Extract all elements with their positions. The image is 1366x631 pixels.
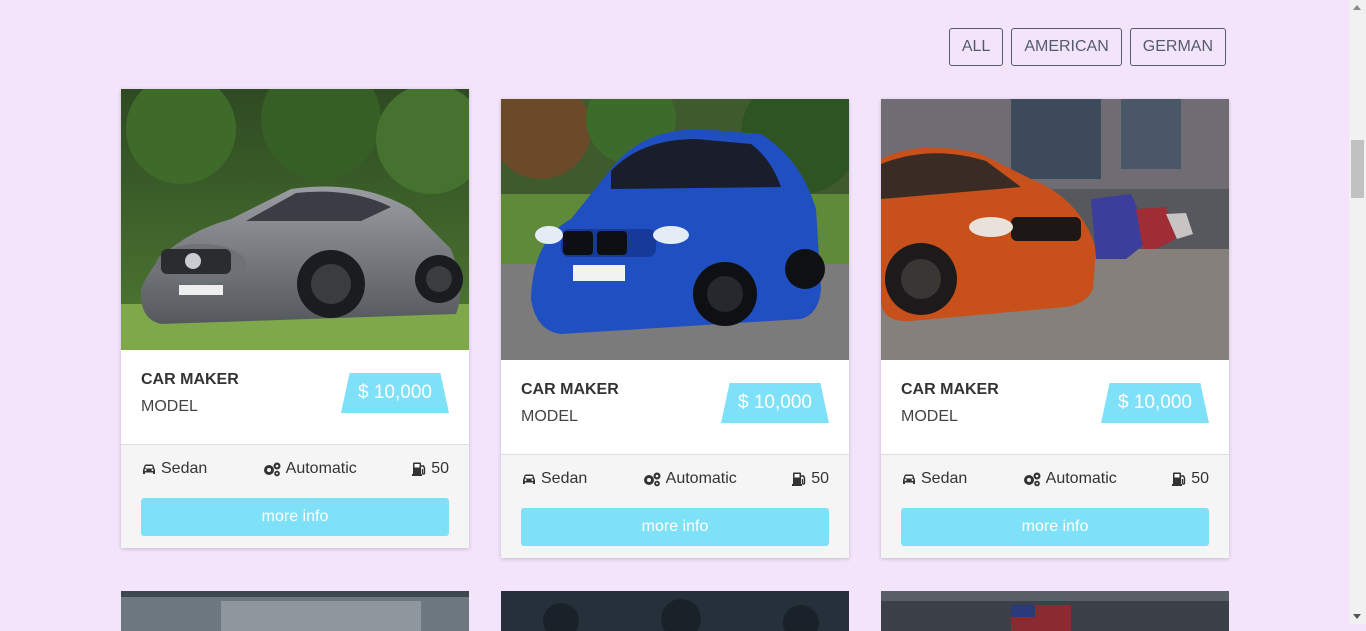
spec-row: Sedan Automatic 50 xyxy=(141,459,449,479)
card-footer: Sedan Automatic 50 more info xyxy=(881,454,1229,558)
spec-body-label: Sedan xyxy=(541,470,588,487)
scroll-thumb[interactable] xyxy=(1351,140,1364,198)
car-card-next-row xyxy=(501,591,849,631)
gears-icon xyxy=(263,462,281,477)
car-card: CAR MAKER MODEL $ 10,000 Sedan Automatic… xyxy=(501,99,849,558)
price-tag: $ 10,000 xyxy=(1101,383,1209,423)
spec-transmission-label: Automatic xyxy=(665,470,737,487)
spec-transmission: Automatic xyxy=(262,460,357,478)
gears-icon xyxy=(1023,472,1041,487)
spec-body: Sedan xyxy=(521,470,587,488)
filter-all-button[interactable]: ALL xyxy=(948,28,1004,66)
spec-row: Sedan Automatic 50 xyxy=(901,469,1209,489)
car-image xyxy=(501,99,849,360)
car-icon xyxy=(143,464,155,474)
spec-fuel: 50 xyxy=(791,470,829,488)
filter-group: ALL AMERICAN GERMAN xyxy=(948,28,1226,66)
spec-fuel-label: 50 xyxy=(811,470,829,487)
car-card: CAR MAKER MODEL $ 10,000 Sedan Automatic… xyxy=(881,99,1229,558)
gas-pump-icon xyxy=(1172,472,1186,486)
price-tag: $ 10,000 xyxy=(341,373,449,413)
spec-transmission: Automatic xyxy=(1022,470,1117,488)
spec-fuel-label: 50 xyxy=(1191,470,1209,487)
filter-german-button[interactable]: GERMAN xyxy=(1129,28,1226,66)
spec-body: Sedan xyxy=(901,470,967,488)
more-info-button[interactable]: more info xyxy=(521,508,829,546)
spec-fuel-label: 50 xyxy=(431,460,449,477)
card-info: CAR MAKER MODEL $ 10,000 xyxy=(881,360,1229,454)
spec-transmission: Automatic xyxy=(642,470,737,488)
more-info-button[interactable]: more info xyxy=(141,498,449,536)
car-icon xyxy=(903,474,915,484)
spec-body-label: Sedan xyxy=(161,460,208,477)
card-footer: Sedan Automatic 50 more info xyxy=(121,444,469,548)
more-info-button[interactable]: more info xyxy=(901,508,1209,546)
spec-body: Sedan xyxy=(141,460,207,478)
spec-transmission-label: Automatic xyxy=(285,460,357,477)
car-image xyxy=(881,99,1229,360)
scroll-up-icon[interactable] xyxy=(1353,5,1361,10)
card-footer: Sedan Automatic 50 more info xyxy=(501,454,849,558)
spec-body-label: Sedan xyxy=(921,470,968,487)
gas-pump-icon xyxy=(792,472,806,486)
car-card-next-row xyxy=(881,591,1229,631)
gears-icon xyxy=(643,472,661,487)
scroll-down-icon[interactable] xyxy=(1353,614,1361,619)
card-info: CAR MAKER MODEL $ 10,000 xyxy=(121,350,469,444)
price-tag: $ 10,000 xyxy=(721,383,829,423)
filter-american-button[interactable]: AMERICAN xyxy=(1011,28,1122,66)
card-info: CAR MAKER MODEL $ 10,000 xyxy=(501,360,849,454)
spec-transmission-label: Automatic xyxy=(1045,470,1117,487)
car-icon xyxy=(523,474,535,484)
spec-row: Sedan Automatic 50 xyxy=(521,469,829,489)
gas-pump-icon xyxy=(412,462,426,476)
spec-fuel: 50 xyxy=(411,460,449,478)
car-card-next-row xyxy=(121,591,469,631)
car-card: CAR MAKER MODEL $ 10,000 Sedan Automatic… xyxy=(121,89,469,548)
spec-fuel: 50 xyxy=(1171,470,1209,488)
car-image xyxy=(121,89,469,350)
vertical-scrollbar[interactable] xyxy=(1349,0,1366,624)
